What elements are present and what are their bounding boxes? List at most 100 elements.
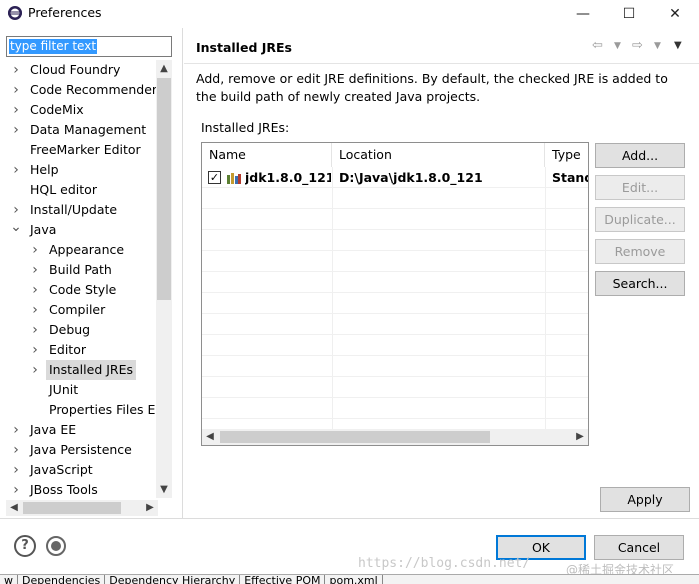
chevron-right-icon[interactable]: › <box>29 340 41 360</box>
tree-item[interactable]: › Install/Update <box>6 200 158 220</box>
tree-item[interactable]: JUnit <box>6 380 158 400</box>
maximize-button[interactable]: ☐ <box>606 0 652 28</box>
column-header-location[interactable]: Location <box>332 143 545 167</box>
editor-tab[interactable]: pom.xml <box>325 575 383 584</box>
tree-item-label: CodeMix <box>30 102 84 117</box>
close-button[interactable]: ✕ <box>652 0 698 28</box>
chevron-right-icon[interactable]: › <box>29 360 41 380</box>
column-header-name[interactable]: Name <box>202 143 332 167</box>
scroll-left-icon[interactable]: ◀ <box>6 500 22 516</box>
table-row <box>202 398 588 419</box>
tree-item[interactable]: › Java Persistence <box>6 440 158 460</box>
chevron-right-icon[interactable]: › <box>10 420 22 440</box>
scroll-left-icon[interactable]: ◀ <box>202 429 218 445</box>
watermark-url: https://blog.csdn.net/ <box>358 556 531 571</box>
tree-item-label: Data Management <box>30 122 147 137</box>
column-header-type[interactable]: Type <box>545 143 588 167</box>
chevron-right-icon[interactable]: › <box>29 260 41 280</box>
scroll-thumb[interactable] <box>23 502 121 514</box>
jre-type: Stand <box>552 170 588 185</box>
tree-item[interactable]: › Code Recommenders <box>6 80 163 100</box>
tree-item[interactable]: › Java EE <box>6 420 158 440</box>
apply-button[interactable]: Apply <box>600 487 690 512</box>
table-row <box>202 272 588 293</box>
tree-item[interactable]: › Data Management <box>6 120 158 140</box>
editor-tab[interactable]: Effective POM <box>240 575 326 584</box>
tree-item[interactable]: › Cloud Foundry <box>6 60 158 80</box>
chevron-right-icon[interactable]: › <box>10 80 22 100</box>
tree-item-label: Compiler <box>49 302 106 317</box>
remove-button[interactable]: Remove <box>595 239 685 264</box>
table-row <box>202 335 588 356</box>
tree-item[interactable]: HQL editor <box>6 180 158 200</box>
scroll-thumb[interactable] <box>220 431 490 443</box>
scroll-right-icon[interactable]: ▶ <box>142 500 158 516</box>
chevron-right-icon[interactable]: › <box>10 120 22 140</box>
scroll-thumb[interactable] <box>157 78 171 300</box>
back-dropdown-icon[interactable]: ▼ <box>614 41 621 51</box>
panel-splitter[interactable] <box>182 28 183 518</box>
tree-item-label: Editor <box>49 342 86 357</box>
editor-tab[interactable]: Dependencies <box>18 575 106 584</box>
scroll-up-icon[interactable]: ▲ <box>156 60 172 77</box>
chevron-right-icon[interactable]: › <box>29 240 41 260</box>
cancel-button[interactable]: Cancel <box>594 535 684 560</box>
tree-item-label: Java Persistence <box>30 442 132 457</box>
tree-item[interactable]: › Appearance <box>6 240 158 260</box>
tree-item[interactable]: › Debug <box>6 320 158 340</box>
filter-text: type filter text <box>9 39 98 54</box>
tree-item[interactable]: Properties Files Ed <box>6 400 163 420</box>
tree-horizontal-scrollbar[interactable]: ◀ ▶ <box>6 500 158 516</box>
tree-item[interactable]: › Editor <box>6 340 158 360</box>
chevron-right-icon[interactable]: › <box>10 440 22 460</box>
chevron-right-icon[interactable]: › <box>29 300 41 320</box>
import-export-icon[interactable] <box>46 536 66 556</box>
tree-item[interactable]: ⌄ Java <box>6 220 158 240</box>
duplicate-button[interactable]: Duplicate... <box>595 207 685 232</box>
chevron-right-icon[interactable]: › <box>29 320 41 340</box>
tree-item[interactable]: › Installed JREs <box>6 360 158 380</box>
jre-library-icon <box>227 173 241 184</box>
scroll-right-icon[interactable]: ▶ <box>572 429 588 445</box>
forward-arrow-icon[interactable]: ⇨ <box>632 38 643 53</box>
chevron-right-icon[interactable]: › <box>10 160 22 180</box>
chevron-right-icon[interactable]: › <box>10 460 22 480</box>
chevron-right-icon[interactable]: › <box>10 100 22 120</box>
minimize-button[interactable]: — <box>560 0 606 28</box>
tree-item[interactable]: › JavaScript <box>6 460 158 480</box>
editor-tab[interactable]: Dependency Hierarchy <box>105 575 241 584</box>
page-description: Add, remove or edit JRE definitions. By … <box>196 71 668 104</box>
tree-vertical-scrollbar[interactable]: ▲ ▼ <box>156 60 172 498</box>
table-horizontal-scrollbar[interactable]: ◀ ▶ <box>202 429 588 445</box>
chevron-right-icon[interactable]: › <box>10 200 22 220</box>
table-row <box>202 188 588 209</box>
view-menu-icon[interactable]: ▼ <box>674 40 682 51</box>
table-row[interactable]: ✓ jdk1.8.0_121... D:\Java\jdk1.8.0_121 S… <box>202 167 588 188</box>
jre-location: D:\Java\jdk1.8.0_121 <box>339 170 483 185</box>
help-icon[interactable]: ? <box>14 535 36 557</box>
table-row <box>202 251 588 272</box>
tree-item-label: Java <box>30 222 57 237</box>
jre-checkbox[interactable]: ✓ <box>208 171 221 184</box>
tree-item-label: JUnit <box>49 382 79 397</box>
tree-item[interactable]: › Help <box>6 160 158 180</box>
filter-input[interactable]: type filter text <box>6 36 172 57</box>
scroll-down-icon[interactable]: ▼ <box>156 481 172 498</box>
window-title: Preferences <box>28 5 102 20</box>
tree-item[interactable]: › JBoss Tools <box>6 480 158 498</box>
chevron-right-icon[interactable]: › <box>29 280 41 300</box>
back-arrow-icon[interactable]: ⇦ <box>592 38 603 53</box>
forward-dropdown-icon[interactable]: ▼ <box>654 41 661 51</box>
tree-item[interactable]: › CodeMix <box>6 100 158 120</box>
edit-button[interactable]: Edit... <box>595 175 685 200</box>
editor-tab[interactable]: w <box>0 575 18 584</box>
chevron-right-icon[interactable]: › <box>10 60 22 80</box>
tree-item[interactable]: FreeMarker Editor <box>6 140 158 160</box>
tree-item[interactable]: › Code Style <box>6 280 158 300</box>
add-button[interactable]: Add... <box>595 143 685 168</box>
tree-item[interactable]: › Compiler <box>6 300 158 320</box>
chevron-down-icon[interactable]: ⌄ <box>10 220 22 240</box>
tree-item[interactable]: › Build Path <box>6 260 158 280</box>
chevron-right-icon[interactable]: › <box>10 480 22 498</box>
search-button[interactable]: Search... <box>595 271 685 296</box>
